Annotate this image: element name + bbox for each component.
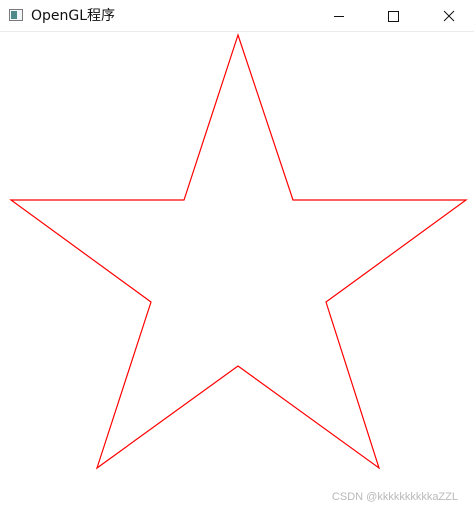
opengl-canvas[interactable]: [0, 32, 474, 511]
close-icon: [443, 10, 455, 22]
title-bar[interactable]: OpenGL程序: [0, 0, 474, 32]
star-outline: [9, 33, 468, 470]
opengl-window-icon: [9, 9, 23, 21]
minimize-icon: [334, 16, 344, 17]
close-button[interactable]: [426, 0, 472, 32]
minimize-button[interactable]: [316, 0, 362, 32]
opengl-window: OpenGL程序 CSDN @kkkkkkkkkkaZZL: [0, 0, 474, 511]
window-title: OpenGL程序: [31, 8, 116, 24]
maximize-icon: [388, 11, 399, 22]
star-drawing: [9, 33, 468, 470]
csdn-watermark: CSDN @kkkkkkkkkkaZZL: [331, 491, 458, 503]
maximize-button[interactable]: [370, 0, 416, 32]
